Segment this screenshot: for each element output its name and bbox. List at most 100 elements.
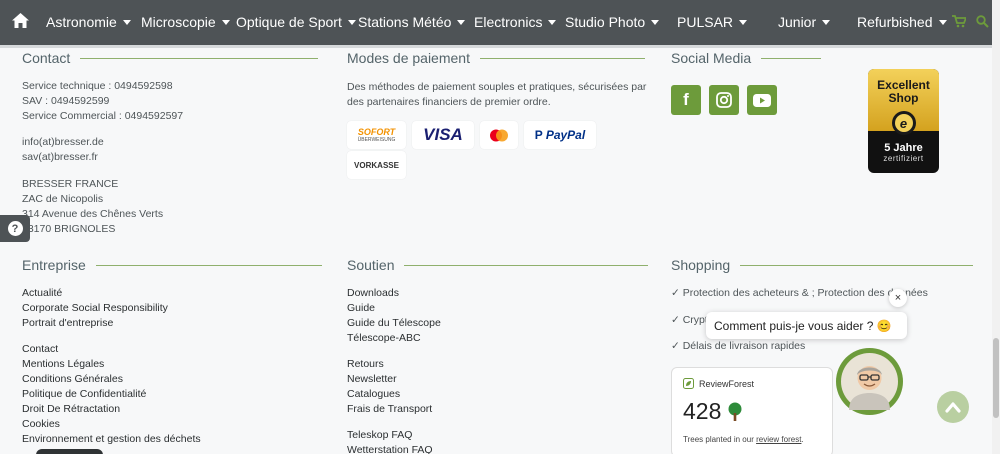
link-wetterstation-faq[interactable]: Wetterstation FAQ [347, 443, 433, 454]
bottom-tab[interactable] [36, 449, 103, 454]
youtube-icon[interactable] [747, 85, 777, 115]
link-contact[interactable]: Contact [22, 342, 201, 357]
top-navigation: Astronomie Microscopie Optique de Sport … [0, 0, 1000, 45]
entreprise-heading: Entreprise [22, 257, 322, 273]
instagram-icon[interactable] [709, 85, 739, 115]
help-button[interactable]: ? [0, 215, 30, 242]
link-frais-transport[interactable]: Frais de Transport [347, 402, 432, 417]
link-droit-retractation[interactable]: Droit De Rétractation [22, 402, 201, 417]
search-icon[interactable] [976, 15, 989, 33]
contact-emails: info(at)bresser.de sav(at)bresser.fr [22, 135, 104, 165]
nav-item-optique-de-sport[interactable]: Optique de Sport [236, 14, 356, 30]
link-newsletter[interactable]: Newsletter [347, 372, 432, 387]
link-conditions-generales[interactable]: Conditions Générales [22, 372, 201, 387]
heading-text: Entreprise [22, 257, 86, 273]
shopping-heading: Shopping [671, 257, 974, 273]
address-line: 83170 BRIGNOLES [22, 223, 116, 235]
payment-heading: Modes de paiement [347, 50, 645, 66]
trusted-shops-icon: e [891, 111, 916, 135]
sofort-logo: SOFORT ÜBERWEISUNG [347, 121, 406, 149]
social-heading: Social Media [671, 50, 822, 66]
link-politique-confidentialite[interactable]: Politique de Confidentialité [22, 387, 201, 402]
link-guide-telescope[interactable]: Guide du Télescope [347, 316, 441, 331]
tree-count: 428 [683, 398, 722, 424]
visa-logo: VISA [412, 121, 474, 149]
chevron-down-icon [938, 19, 947, 25]
link-mentions-legales[interactable]: Mentions Légales [22, 357, 201, 372]
trusted-shops-logo: e [894, 114, 913, 132]
chevron-down-icon [347, 19, 356, 25]
scroll-to-top-button[interactable] [937, 391, 969, 423]
divider [740, 264, 974, 266]
review-caption-end: . [801, 435, 804, 444]
nav-item-junior[interactable]: Junior [778, 14, 831, 30]
nav-item-electronics[interactable]: Electronics [474, 14, 557, 30]
badge-top: Excellent Shop e [868, 69, 939, 135]
chevron-down-icon [651, 19, 660, 25]
chat-bubble[interactable]: Comment puis-je vous aider ? 😊 [706, 312, 907, 339]
link-telescope-abc[interactable]: Télescope-ABC [347, 331, 441, 346]
assistant-avatar-icon [841, 353, 898, 410]
review-caption-text: Trees planted in our [683, 435, 757, 444]
scrollbar-thumb[interactable] [993, 338, 999, 418]
reviewforest-widget[interactable]: ReviewForest 428 Trees planted in our re… [671, 367, 833, 454]
badge-line2: Shop [888, 91, 919, 105]
chat-avatar[interactable] [836, 348, 903, 415]
link-actualite[interactable]: Actualité [22, 286, 168, 301]
soutien-links-2: Retours Newsletter Catalogues Frais de T… [347, 357, 432, 417]
phone-commercial: Service Commercial : 0494592597 [22, 110, 184, 122]
nav-shadow [0, 45, 1000, 48]
link-portrait[interactable]: Portrait d'entreprise [22, 316, 168, 331]
review-forest-link[interactable]: review forest [756, 435, 801, 444]
soutien-links-3: Teleskop FAQ Wetterstation FAQ [347, 428, 433, 454]
contact-phones: Service technique : 0494592598 SAV : 049… [22, 79, 183, 124]
trusted-shops-badge[interactable]: Excellent Shop e 5 Jahre zertifiziert [868, 69, 939, 173]
close-icon[interactable]: × [889, 289, 907, 307]
question-icon: ? [7, 221, 23, 236]
email-sav: sav(at)bresser.fr [22, 151, 98, 163]
nav-item-refurbished[interactable]: Refurbished [857, 14, 947, 30]
facebook-icon[interactable]: f [671, 85, 701, 115]
paypal-icon: P [534, 128, 543, 142]
heading-text: Soutien [347, 257, 395, 273]
nav-item-pulsar[interactable]: PULSAR [677, 14, 748, 30]
vorkasse-text: VORKASSE [354, 160, 399, 170]
link-cookies[interactable]: Cookies [22, 417, 201, 432]
tree-icon [728, 402, 742, 421]
link-environnement[interactable]: Environnement et gestion des déchets [22, 432, 201, 447]
link-teleskop-faq[interactable]: Teleskop FAQ [347, 428, 433, 443]
nav-label: PULSAR [677, 14, 734, 30]
paypal-logo: P PayPal [524, 121, 596, 149]
paypal-text: PayPal [545, 128, 586, 142]
mastercard-logo [480, 121, 518, 149]
chevron-down-icon [548, 19, 557, 25]
cart-icon[interactable] [952, 15, 968, 33]
link-guide[interactable]: Guide [347, 301, 441, 316]
entreprise-links-2: Contact Mentions Légales Conditions Géné… [22, 342, 201, 447]
reviewforest-header: ReviewForest [683, 378, 754, 389]
sofort-sub: ÜBERWEISUNG [357, 136, 396, 143]
chat-message: Comment puis-je vous aider ? 😊 [714, 318, 892, 333]
sofort-text: SOFORT [357, 126, 396, 137]
entreprise-links-1: Actualité Corporate Social Responsibilit… [22, 286, 168, 331]
nav-item-stations-meteo[interactable]: Stations Météo [358, 14, 466, 30]
nav-item-astronomie[interactable]: Astronomie [46, 14, 131, 30]
nav-label: Astronomie [46, 14, 117, 30]
payment-description: Des méthodes de paiement souples et prat… [347, 81, 647, 108]
reviewforest-brand: ReviewForest [699, 378, 755, 389]
home-icon[interactable] [2, 13, 38, 28]
link-csr[interactable]: Corporate Social Responsibility [22, 301, 168, 316]
link-downloads[interactable]: Downloads [347, 286, 441, 301]
shopping-crypt: ✓ Crypt [671, 314, 708, 326]
nav-item-studio-photo[interactable]: Studio Photo [565, 14, 660, 30]
review-caption: Trees planted in our review forest. [683, 435, 804, 444]
chevron-up-icon [945, 402, 961, 413]
link-catalogues[interactable]: Catalogues [347, 387, 432, 402]
scrollbar[interactable] [992, 0, 1000, 454]
nav-item-microscopie[interactable]: Microscopie [141, 14, 230, 30]
link-retours[interactable]: Retours [347, 357, 432, 372]
help-label: ? [11, 222, 19, 235]
chevron-down-icon [457, 19, 466, 25]
address-line: BRESSER FRANCE [22, 178, 119, 190]
chevron-down-icon [739, 19, 748, 25]
